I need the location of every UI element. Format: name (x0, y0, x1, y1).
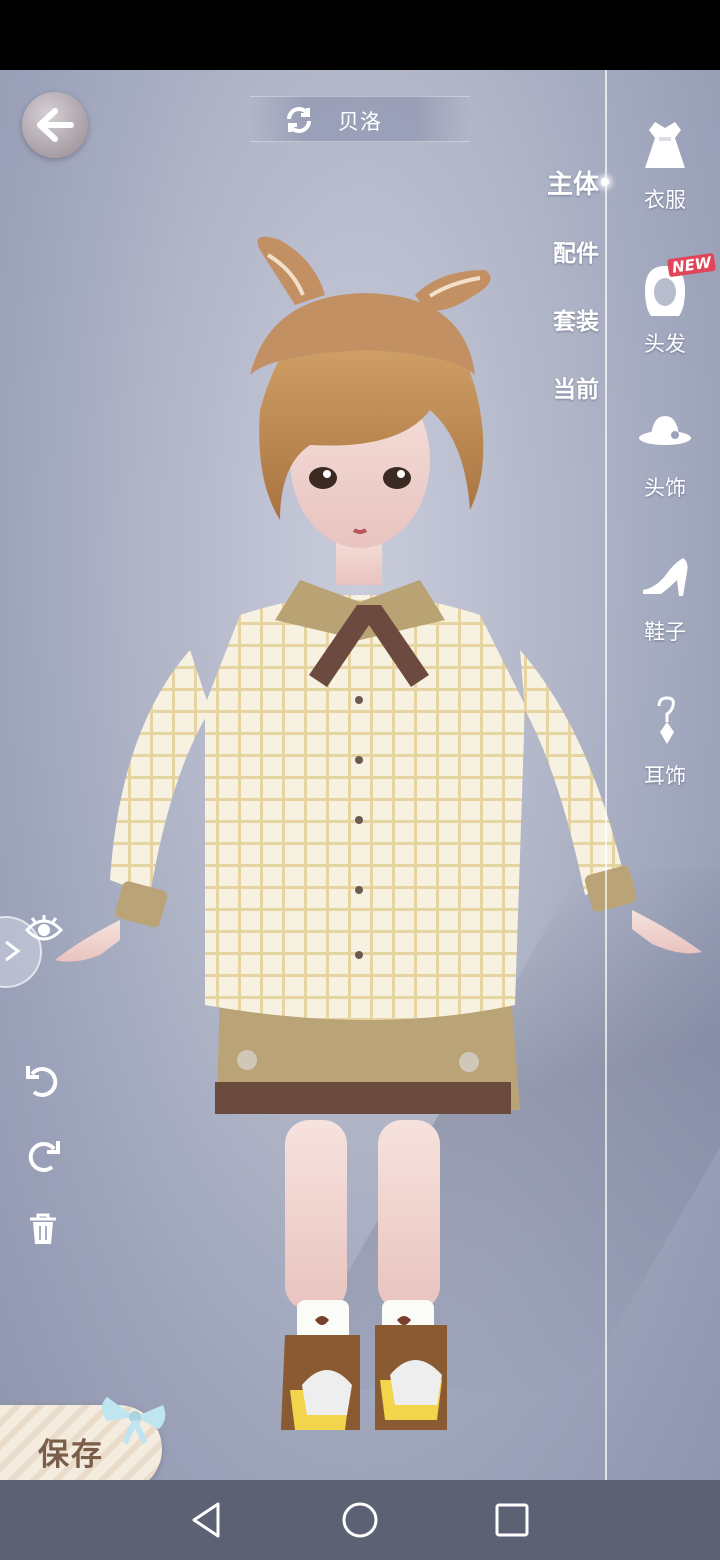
refresh-icon[interactable] (284, 105, 314, 135)
character-name: 贝洛 (338, 110, 382, 134)
dressing-scene: 贝洛 主体 配件 套装 当前 衣服 NEW 头发 头饰 鞋子 耳饰 保存 (0, 70, 720, 1480)
nav-recents-icon[interactable] (490, 1498, 534, 1542)
category-shoes[interactable]: 鞋子 (620, 548, 710, 646)
subtab-current[interactable]: 当前 (553, 370, 599, 404)
hat-icon (639, 416, 691, 445)
category-clothes[interactable]: 衣服 (620, 116, 710, 214)
dress-icon (645, 122, 685, 168)
category-earrings-label: 耳饰 (644, 764, 686, 788)
trash-icon[interactable] (22, 1208, 64, 1250)
redo-icon[interactable] (22, 1135, 64, 1177)
back-arrow-icon (37, 108, 74, 142)
save-button[interactable]: 保存 (0, 1397, 166, 1480)
subtab-accessories[interactable]: 配件 (553, 234, 599, 268)
subtab-main[interactable]: 主体 (547, 164, 610, 201)
category-clothes-label: 衣服 (644, 188, 686, 212)
category-headwear[interactable]: 头饰 (620, 404, 710, 502)
category-hair[interactable]: NEW 头发 (620, 252, 717, 358)
undo-icon[interactable] (22, 1060, 64, 1102)
bow-icon (102, 1397, 166, 1445)
category-earrings[interactable]: 耳饰 (620, 692, 710, 790)
nav-back-icon[interactable] (186, 1498, 230, 1542)
panel-divider (605, 70, 607, 1480)
category-shoes-label: 鞋子 (644, 620, 686, 644)
eye-icon[interactable] (24, 912, 64, 948)
nav-home-icon[interactable] (338, 1498, 382, 1542)
high-heel-icon (643, 558, 688, 596)
back-button[interactable] (22, 92, 88, 158)
system-nav-bar (0, 1480, 720, 1560)
category-hair-label: 头发 (644, 332, 686, 356)
status-bar (0, 0, 720, 70)
subtab-sets[interactable]: 套装 (553, 302, 599, 336)
save-label: 保存 (38, 1437, 104, 1473)
earring-icon (657, 696, 675, 744)
category-headwear-label: 头饰 (644, 476, 686, 500)
character-model[interactable] (40, 160, 720, 1430)
character-title-bar: 贝洛 (250, 96, 470, 142)
